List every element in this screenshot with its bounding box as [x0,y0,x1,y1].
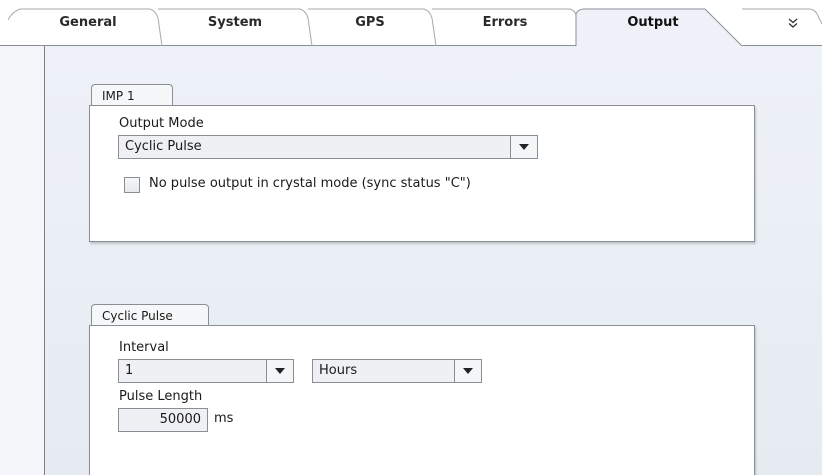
tab-strip: General System GPS Errors Output [0,0,822,46]
caret-down-icon [519,144,529,150]
imp1-group-tab: IMP 1 [91,84,173,106]
cyclic-pulse-group-panel: Interval 1 Hours Pulse Length 50000 ms [89,325,755,475]
interval-value-select[interactable]: 1 [118,359,294,383]
pulse-length-unit: ms [214,411,234,426]
interval-unit-select[interactable]: Hours [312,359,482,383]
interval-value-dropdown-button[interactable] [266,360,293,382]
tab-output[interactable]: Output [608,13,698,33]
cyclic-pulse-group-tab: Cyclic Pulse [91,304,209,326]
interval-value: 1 [125,363,134,378]
caret-down-icon [275,368,285,374]
crystal-mode-checkbox[interactable] [124,177,140,193]
interval-unit-dropdown-button[interactable] [454,360,481,382]
pulse-length-input[interactable]: 50000 [118,408,208,432]
interval-label: Interval [119,340,169,355]
interval-unit-value: Hours [319,363,358,378]
tab-gps[interactable]: GPS [330,13,410,33]
tab-errors[interactable]: Errors [460,13,550,33]
output-tab-content: IMP 1 Output Mode Cyclic Pulse No pulse … [44,46,822,475]
double-chevron-down-icon [788,18,798,28]
imp1-group-panel: Output Mode Cyclic Pulse No pulse output… [89,105,755,242]
output-mode-dropdown-button[interactable] [510,136,537,158]
output-mode-select[interactable]: Cyclic Pulse [118,135,538,159]
output-mode-label: Output Mode [119,116,204,131]
pulse-length-label: Pulse Length [119,389,203,404]
crystal-mode-checkbox-label[interactable]: No pulse output in crystal mode (sync st… [149,176,471,191]
more-tabs-button[interactable] [779,10,807,36]
caret-down-icon [463,368,473,374]
output-mode-value: Cyclic Pulse [125,139,202,154]
tab-system[interactable]: System [190,13,280,33]
tab-general[interactable]: General [48,13,128,33]
